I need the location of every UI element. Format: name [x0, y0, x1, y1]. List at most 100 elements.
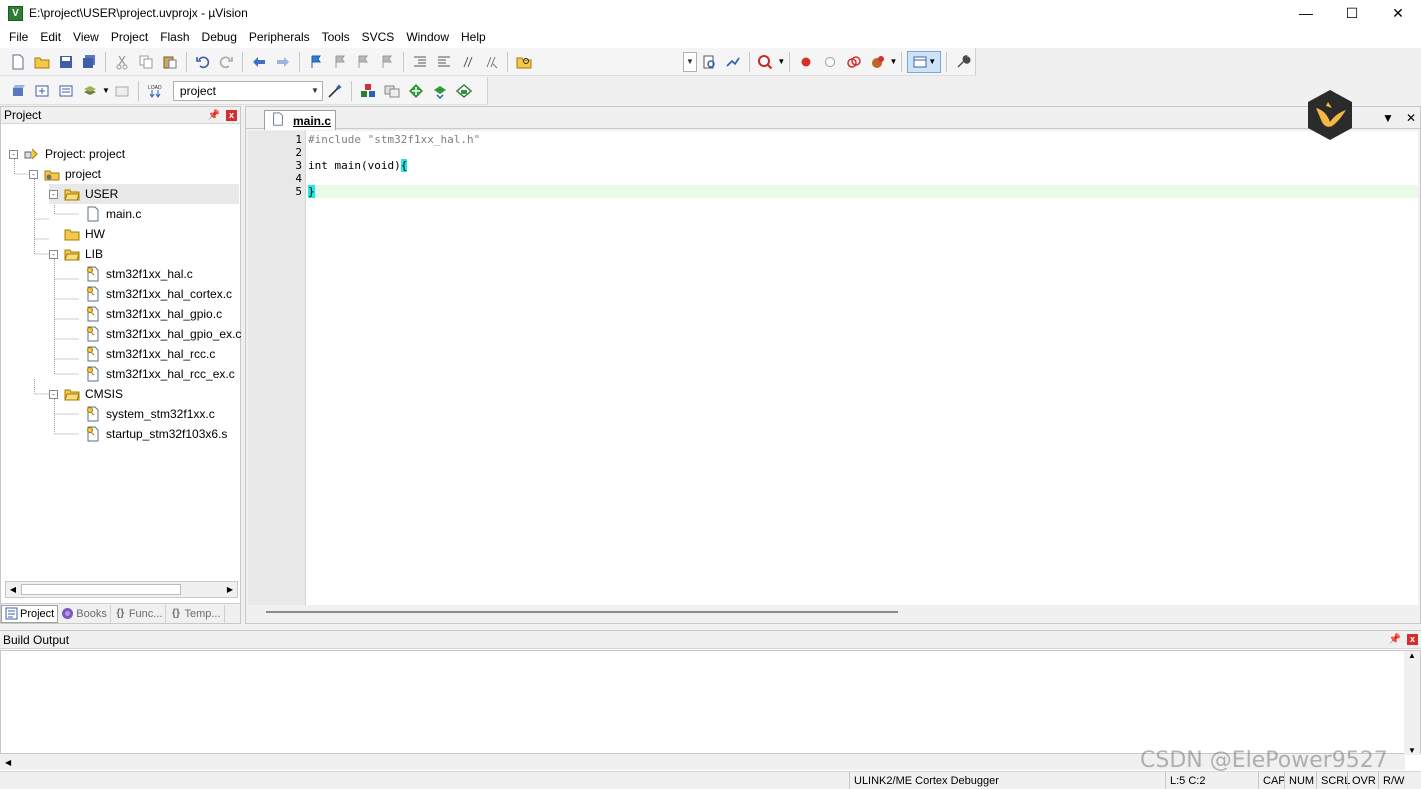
- navigate-back-button[interactable]: [248, 51, 270, 73]
- unindent-button[interactable]: [433, 51, 455, 73]
- close-panel-button[interactable]: x: [1407, 634, 1418, 645]
- tree-item-group[interactable]: - USER: [49, 184, 239, 204]
- build-output-text[interactable]: ▲ ▼: [0, 650, 1421, 755]
- debug-session-button[interactable]: [755, 51, 777, 73]
- menu-debug[interactable]: Debug: [196, 26, 243, 48]
- cut-button[interactable]: [111, 51, 133, 73]
- download-button[interactable]: LOAD: [144, 80, 166, 102]
- menu-window[interactable]: Window: [400, 26, 455, 48]
- tree-item-file[interactable]: stm32f1xx_hal_gpio_ex.c: [85, 324, 241, 344]
- menu-help[interactable]: Help: [455, 26, 492, 48]
- tab-main-c[interactable]: main.c: [264, 110, 336, 130]
- tree-item-group[interactable]: HW: [64, 224, 105, 244]
- menu-project[interactable]: Project: [105, 26, 154, 48]
- save-button[interactable]: [55, 51, 77, 73]
- tree-item-file[interactable]: main.c: [85, 204, 141, 224]
- disable-breakpoints-button[interactable]: [843, 51, 865, 73]
- previous-bookmark-button[interactable]: [329, 51, 351, 73]
- pack-installer-button[interactable]: [429, 80, 451, 102]
- manage-components-button[interactable]: [357, 80, 379, 102]
- scroll-up-icon[interactable]: ▲: [1408, 651, 1416, 660]
- build-button[interactable]: [31, 80, 53, 102]
- tree-item-file[interactable]: stm32f1xx_hal_rcc.c: [85, 344, 215, 364]
- redo-button[interactable]: [215, 51, 237, 73]
- tab-books[interactable]: Books: [58, 604, 111, 623]
- tree-item-file[interactable]: stm32f1xx_hal_rcc_ex.c: [85, 364, 235, 384]
- target-select[interactable]: project ▼: [172, 80, 323, 101]
- tree-item-workspace[interactable]: - Project: project: [9, 144, 125, 164]
- configure-button[interactable]: [952, 51, 974, 73]
- clear-bookmarks-button[interactable]: [376, 51, 398, 73]
- uncomment-button[interactable]: [481, 51, 503, 73]
- scroll-right-icon[interactable]: ▶: [223, 582, 237, 597]
- close-button[interactable]: ✕: [1375, 0, 1421, 26]
- tab-functions[interactable]: {} Func...: [111, 604, 167, 623]
- code-line[interactable]: #include "stm32f1xx_hal.h": [308, 133, 480, 146]
- rebuild-button[interactable]: [55, 80, 77, 102]
- insert-breakpoint-button[interactable]: [795, 51, 817, 73]
- code-line[interactable]: int main(void){: [308, 159, 408, 172]
- tree-item-group[interactable]: - LIB: [49, 244, 103, 264]
- next-bookmark-button[interactable]: [353, 51, 375, 73]
- collapse-icon[interactable]: -: [49, 389, 58, 399]
- tab-list-icon[interactable]: ▼: [1382, 111, 1394, 125]
- save-all-button[interactable]: [78, 51, 100, 73]
- menu-tools[interactable]: Tools: [316, 26, 356, 48]
- menu-peripherals[interactable]: Peripherals: [243, 26, 316, 48]
- translate-button[interactable]: [7, 80, 29, 102]
- find-combo[interactable]: ▼: [682, 51, 697, 72]
- undo-button[interactable]: [192, 51, 214, 73]
- scroll-thumb[interactable]: [266, 611, 898, 613]
- project-tree-hscrollbar[interactable]: ◀ ▶: [5, 581, 238, 598]
- stop-build-button[interactable]: [111, 80, 133, 102]
- tree-item-file[interactable]: startup_stm32f103x6.s: [85, 424, 227, 444]
- insert-bookmark-button[interactable]: [305, 51, 327, 73]
- scroll-down-icon[interactable]: ▼: [1408, 746, 1416, 755]
- minimize-button[interactable]: —: [1283, 0, 1329, 26]
- file-extensions-button[interactable]: [381, 80, 403, 102]
- pin-icon[interactable]: 📌: [1389, 634, 1401, 645]
- scroll-left-icon[interactable]: ◀: [6, 582, 20, 597]
- tab-project[interactable]: Project: [1, 604, 59, 623]
- maximize-button[interactable]: ☐: [1329, 0, 1375, 26]
- menu-file[interactable]: File: [3, 26, 34, 48]
- paste-button[interactable]: [159, 51, 181, 73]
- indent-button[interactable]: [409, 51, 431, 73]
- open-file-button[interactable]: [31, 51, 53, 73]
- collapse-icon[interactable]: -: [49, 249, 58, 259]
- pin-icon[interactable]: 📌: [208, 110, 220, 121]
- menu-svcs[interactable]: SVCS: [356, 26, 401, 48]
- navigate-forward-button[interactable]: [272, 51, 294, 73]
- browse-button[interactable]: [722, 51, 744, 73]
- build-output-vscrollbar[interactable]: ▲ ▼: [1404, 651, 1420, 755]
- close-tab-icon[interactable]: ✕: [1406, 111, 1416, 125]
- copy-button[interactable]: [135, 51, 157, 73]
- target-options-button[interactable]: [324, 80, 346, 102]
- close-panel-button[interactable]: x: [226, 109, 237, 121]
- editor-hscrollbar[interactable]: [248, 605, 1418, 619]
- tree-item-target[interactable]: - project: [29, 164, 101, 184]
- menu-flash[interactable]: Flash: [154, 26, 195, 48]
- code-line[interactable]: }: [308, 185, 315, 198]
- window-layout-button[interactable]: ▼: [907, 50, 942, 73]
- device-database-button[interactable]: [453, 80, 475, 102]
- tab-templates[interactable]: {} Temp...: [166, 604, 225, 623]
- code-editor[interactable]: 1 2 3 4 5 #include "stm32f1xx_hal.h" int…: [248, 131, 1418, 605]
- collapse-icon[interactable]: -: [29, 169, 38, 179]
- incremental-find-button[interactable]: [698, 51, 720, 73]
- enable-breakpoint-button[interactable]: [819, 51, 841, 73]
- tree-item-file[interactable]: stm32f1xx_hal_cortex.c: [85, 284, 232, 304]
- run-time-environment-button[interactable]: [405, 80, 427, 102]
- comment-button[interactable]: [457, 51, 479, 73]
- scroll-thumb[interactable]: [21, 584, 181, 595]
- menu-view[interactable]: View: [67, 26, 105, 48]
- find-in-files-button[interactable]: [513, 51, 535, 73]
- kill-breakpoints-button[interactable]: [867, 51, 889, 73]
- tree-item-file[interactable]: stm32f1xx_hal.c: [85, 264, 193, 284]
- tree-item-file[interactable]: system_stm32f1xx.c: [85, 404, 215, 424]
- menu-edit[interactable]: Edit: [34, 26, 67, 48]
- tree-item-group[interactable]: - CMSIS: [49, 384, 123, 404]
- tree-item-file[interactable]: stm32f1xx_hal_gpio.c: [85, 304, 222, 324]
- collapse-icon[interactable]: -: [9, 149, 18, 159]
- new-file-button[interactable]: [7, 51, 29, 73]
